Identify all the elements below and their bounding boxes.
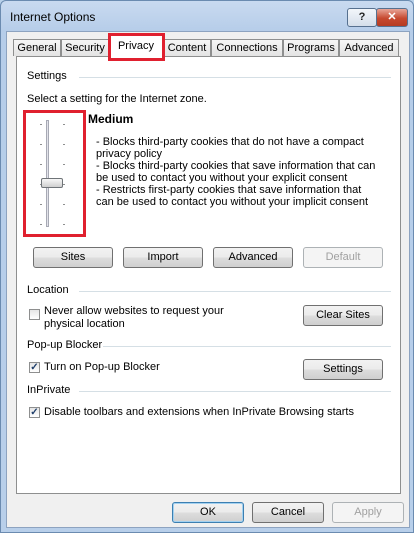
dialog-footer: OK Cancel Apply xyxy=(7,497,409,527)
slider-highlight xyxy=(23,110,86,237)
tab-advanced[interactable]: Advanced xyxy=(339,39,399,56)
location-checkbox-label: Never allow websites to request your xyxy=(44,305,224,317)
close-button[interactable]: ✕ xyxy=(376,8,408,27)
tab-connections[interactable]: Connections xyxy=(211,39,283,56)
popup-checkbox-label: Turn on Pop-up Blocker xyxy=(44,361,160,373)
inprivate-checkbox-label: Disable toolbars and extensions when InP… xyxy=(44,406,354,418)
ok-button[interactable]: OK xyxy=(172,502,244,523)
inprivate-separator xyxy=(79,391,391,392)
sites-button[interactable]: Sites xyxy=(33,247,113,268)
privacy-level-description: - Blocks third-party cookies that do not… xyxy=(96,136,381,208)
tab-general[interactable]: General xyxy=(13,39,61,56)
popup-separator xyxy=(103,346,391,347)
settings-instruction: Select a setting for the Internet zone. xyxy=(27,93,207,105)
location-separator xyxy=(79,291,391,292)
import-button[interactable]: Import xyxy=(123,247,203,268)
popup-heading: Pop-up Blocker xyxy=(27,339,103,351)
default-button[interactable]: Default xyxy=(303,247,383,268)
settings-heading: Settings xyxy=(27,70,67,82)
tab-programs[interactable]: Programs xyxy=(283,39,339,56)
tab-content[interactable]: Content xyxy=(163,39,211,56)
title-bar: Internet Options ? ✕ xyxy=(1,1,413,31)
description-line: privacy policy xyxy=(96,148,163,160)
settings-separator xyxy=(79,77,391,78)
location-checkbox-label-line2: physical location xyxy=(44,318,125,330)
window-title: Internet Options xyxy=(10,10,96,24)
help-button[interactable]: ? xyxy=(347,8,377,27)
popup-settings-button[interactable]: Settings xyxy=(303,359,383,380)
location-heading: Location xyxy=(27,284,69,296)
clear-sites-button[interactable]: Clear Sites xyxy=(303,305,383,326)
privacy-tab-highlight xyxy=(108,33,165,61)
inprivate-heading: InPrivate xyxy=(27,384,71,396)
dialog-client: General Security Privacy Content Connect… xyxy=(6,31,410,528)
inprivate-checkbox[interactable]: ✓ xyxy=(29,407,40,418)
apply-button[interactable]: Apply xyxy=(332,502,404,523)
description-line: - Restricts first-party cookies that sav… xyxy=(96,184,362,196)
checkmark-icon: ✓ xyxy=(30,407,39,418)
description-line: - Blocks third-party cookies that do not… xyxy=(96,136,364,148)
advanced-button[interactable]: Advanced xyxy=(213,247,293,268)
description-line: be used to contact you without your expl… xyxy=(96,172,348,184)
tab-security[interactable]: Security xyxy=(61,39,109,56)
privacy-level-name: Medium xyxy=(88,112,134,126)
description-line: - Blocks third-party cookies that save i… xyxy=(96,160,376,172)
cancel-button[interactable]: Cancel xyxy=(252,502,324,523)
description-line: can be used to contact you without your … xyxy=(96,196,369,208)
popup-checkbox[interactable]: ✓ xyxy=(29,362,40,373)
internet-options-window: Internet Options ? ✕ General Security Pr… xyxy=(0,0,414,533)
location-checkbox[interactable] xyxy=(29,309,40,320)
checkmark-icon: ✓ xyxy=(30,362,39,373)
